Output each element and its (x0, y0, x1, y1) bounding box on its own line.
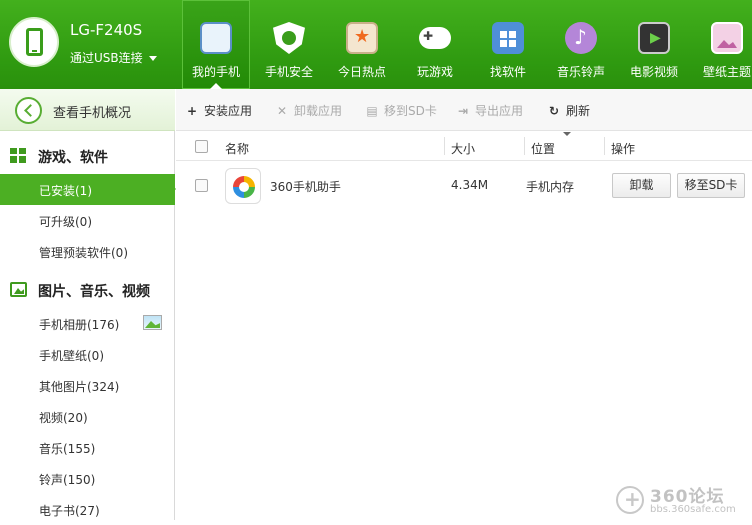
sort-desc-icon (563, 132, 571, 136)
refresh-label: 刷新 (566, 104, 591, 118)
tab-find-apps[interactable]: 找软件 (474, 0, 542, 89)
column-divider[interactable] (604, 137, 605, 155)
sidebar-item-label: 手机相册(176) (39, 318, 120, 332)
refresh-button[interactable]: ↻ 刷新 (547, 102, 590, 119)
forum-watermark: 360论坛 bbs.360safe.com (616, 482, 752, 520)
sidebar-item-label: 铃声(150) (39, 473, 96, 487)
column-location[interactable]: 位置 (531, 140, 555, 157)
tab-label: 我的手机 (191, 65, 240, 79)
360-logo-icon (616, 486, 644, 514)
row-uninstall-button[interactable]: 卸载 (612, 173, 671, 198)
sidebar-item-label: 可升级(0) (39, 215, 92, 229)
install-label: 安装应用 (204, 104, 253, 118)
gamepad-icon (419, 27, 451, 49)
export-icon: ⇥ (457, 104, 469, 118)
overview-label: 查看手机概况 (53, 106, 132, 121)
tab-label: 电影视频 (629, 65, 678, 79)
sidebar-item-preinstalled[interactable]: 管理预装软件(0) (0, 236, 175, 267)
connection-label: 通过USB连接 (70, 51, 143, 65)
connection-dropdown[interactable]: 通过USB连接 (70, 49, 157, 66)
sidebar-item-installed[interactable]: 已安装(1) (0, 174, 176, 205)
tab-movies[interactable]: 电影视频 (620, 0, 688, 89)
image-preview-icon[interactable] (143, 315, 162, 330)
tab-games[interactable]: 玩游戏 (401, 0, 469, 89)
sidebar-item-wallpaper[interactable]: 手机壁纸(0) (0, 339, 175, 370)
app-name: 360手机助手 (270, 180, 341, 194)
news-icon (346, 22, 378, 54)
close-icon: ✕ (276, 104, 288, 118)
uninstall-label: 卸载应用 (294, 104, 343, 118)
tab-my-phone[interactable]: 我的手机 (182, 0, 250, 89)
device-name: LG-F240S (70, 21, 143, 39)
sidebar-item-other-images[interactable]: 其他图片(324) (0, 370, 175, 401)
row-checkbox[interactable] (195, 179, 208, 192)
sidebar-item-label: 其他图片(324) (39, 380, 120, 394)
tab-label: 手机安全 (264, 65, 313, 79)
picture-icon (10, 282, 27, 297)
section-games-apps: 游戏、软件 (0, 141, 175, 171)
tab-label: 壁纸主题 (702, 65, 751, 79)
app-size: 4.34M (451, 178, 489, 192)
sidebar-item-label: 手机壁纸(0) (39, 349, 104, 363)
install-app-button[interactable]: + 安装应用 (185, 102, 252, 119)
section-title: 游戏、软件 (38, 150, 108, 166)
music-icon (565, 22, 597, 54)
sidebar-item-ringtones[interactable]: 铃声(150) (0, 463, 175, 494)
tab-hot-news[interactable]: 今日热点 (328, 0, 396, 89)
section-media: 图片、音乐、视频 (0, 275, 175, 305)
tab-wallpapers[interactable]: 壁纸主题 (693, 0, 752, 89)
sidebar-item-label: 音乐(155) (39, 442, 96, 456)
apps-grid-icon (10, 148, 27, 163)
film-icon (638, 22, 670, 54)
row-move-to-sd-button[interactable]: 移至SD卡 (677, 173, 745, 198)
sidebar-item-label: 电子书(27) (39, 504, 100, 518)
wallpaper-icon (711, 22, 743, 54)
app-store-icon (492, 22, 524, 54)
sidebar-item-music[interactable]: 音乐(155) (0, 432, 175, 463)
sd-card-icon: ▤ (366, 104, 378, 118)
back-arrow-icon (15, 97, 42, 124)
sidebar-item-upgradable[interactable]: 可升级(0) (0, 205, 175, 236)
column-divider[interactable] (444, 137, 445, 155)
phone-icon (26, 28, 43, 56)
sidebar-item-label: 管理预装软件(0) (39, 246, 128, 260)
sidebar: 查看手机概况 游戏、软件 已安装(1) 可升级(0) 管理预装软件(0) 图片、… (0, 89, 176, 520)
chevron-down-icon (148, 56, 157, 61)
phone-icon (200, 22, 232, 54)
tab-music-ringtones[interactable]: 音乐铃声 (547, 0, 615, 89)
column-size[interactable]: 大小 (451, 140, 475, 157)
column-divider[interactable] (524, 137, 525, 155)
section-title: 图片、音乐、视频 (38, 284, 150, 300)
table-row[interactable]: 360手机助手 4.34M 手机内存 卸载 移至SD卡 (176, 161, 752, 211)
move-to-sd-button[interactable]: ▤ 移到SD卡 (365, 102, 437, 119)
select-all-checkbox[interactable] (195, 140, 208, 153)
device-avatar[interactable] (9, 17, 59, 67)
move-sd-label: 移到SD卡 (384, 104, 437, 118)
tab-label: 今日热点 (337, 65, 386, 79)
export-app-button[interactable]: ⇥ 导出应用 (456, 102, 523, 119)
column-actions: 操作 (611, 142, 636, 156)
uninstall-app-button[interactable]: ✕ 卸载应用 (275, 102, 342, 119)
app-360-assistant-icon (225, 168, 261, 204)
sidebar-item-videos[interactable]: 视频(20) (0, 401, 175, 432)
shield-icon (273, 22, 305, 54)
refresh-icon: ↻ (548, 104, 560, 118)
sidebar-item-label: 视频(20) (39, 411, 88, 425)
column-name[interactable]: 名称 (225, 140, 249, 157)
tab-label: 找软件 (489, 65, 526, 79)
action-toolbar: + 安装应用 ✕ 卸载应用 ▤ 移到SD卡 ⇥ 导出应用 ↻ 刷新 (176, 89, 752, 131)
tab-label: 玩游戏 (416, 65, 453, 79)
sidebar-item-label: 已安装(1) (39, 184, 92, 198)
export-label: 导出应用 (475, 104, 524, 118)
sidebar-item-album[interactable]: 手机相册(176) (0, 308, 175, 339)
watermark-url: bbs.360safe.com (650, 504, 736, 515)
sidebar-item-ebooks[interactable]: 电子书(27) (0, 494, 175, 525)
table-header: 名称 大小 位置 操作 (176, 131, 752, 161)
phone-overview-button[interactable]: 查看手机概况 (0, 89, 175, 131)
tab-label: 音乐铃声 (556, 65, 605, 79)
tab-phone-security[interactable]: 手机安全 (255, 0, 323, 89)
top-header: LG-F240S 通过USB连接 我的手机 手机安全 今日热点 玩游戏 找软件 … (0, 0, 752, 89)
plus-icon: + (186, 104, 198, 118)
app-location: 手机内存 (526, 180, 575, 194)
